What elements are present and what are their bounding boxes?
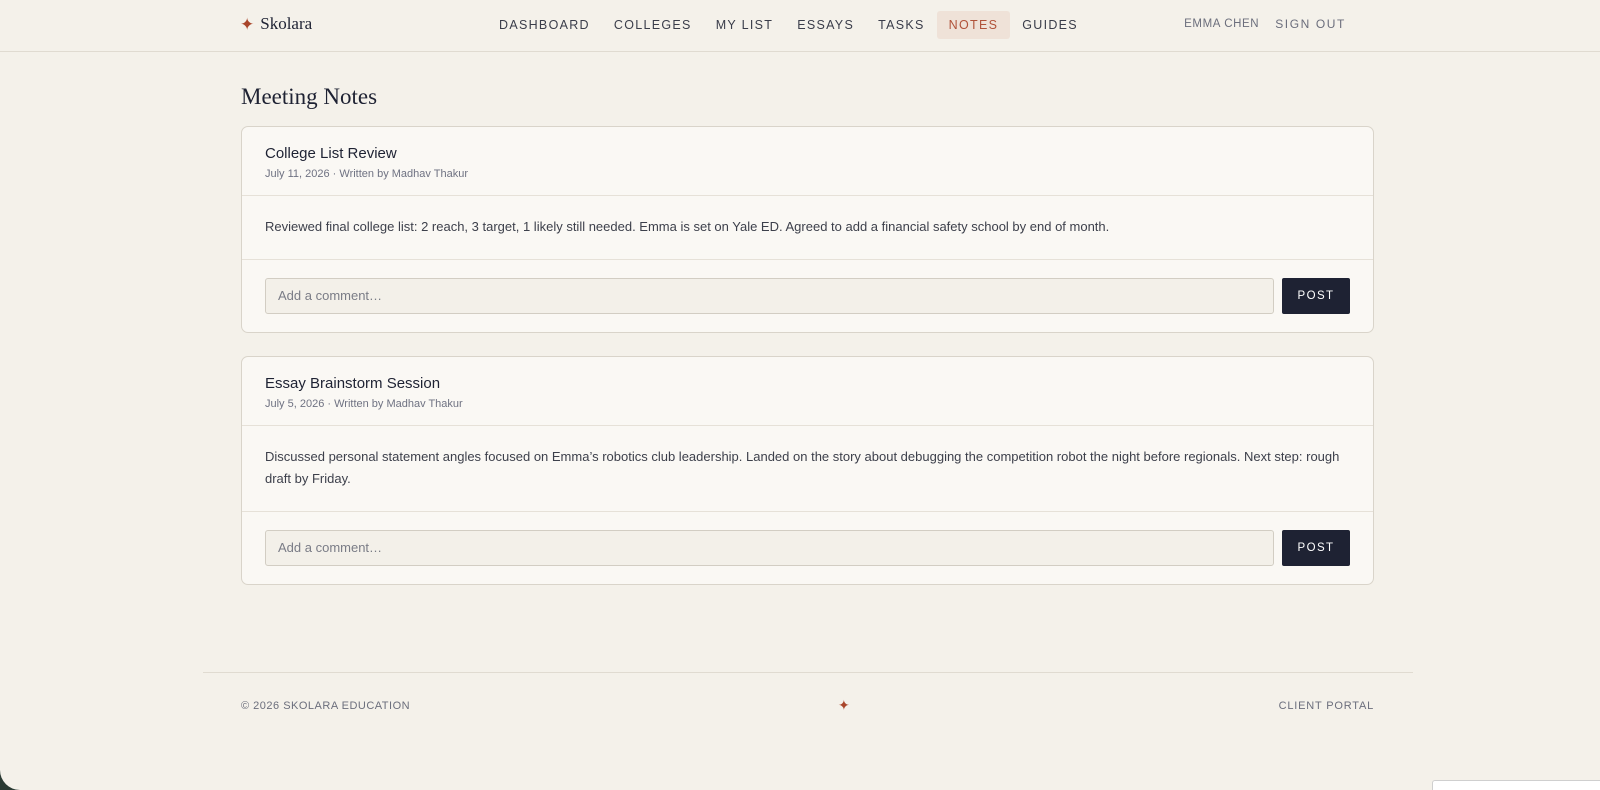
app-window: ✦ Skolara DASHBOARD COLLEGES MY LIST ESS… (0, 0, 1600, 790)
note-body: Reviewed final college list: 2 reach, 3 … (242, 196, 1373, 260)
footer-copyright: © 2026 SKOLARA EDUCATION (241, 700, 411, 712)
note-body: Discussed personal statement angles focu… (242, 426, 1373, 512)
note-title: College List Review (265, 145, 397, 162)
top-navigation-bar: ✦ Skolara DASHBOARD COLLEGES MY LIST ESS… (0, 0, 1600, 52)
client-portal-link[interactable]: CLIENT PORTAL (1279, 700, 1374, 712)
footer-divider (203, 672, 1413, 673)
comment-form: POST (242, 260, 1373, 332)
brand-logo[interactable]: ✦ Skolara (240, 14, 312, 34)
user-area: EMMA CHEN SIGN OUT (1184, 17, 1346, 31)
note-header: College List Review July 11, 2026 · Writ… (242, 127, 1373, 196)
main-nav: DASHBOARD COLLEGES MY LIST ESSAYS TASKS … (487, 11, 1090, 39)
page-title: Meeting Notes (241, 84, 378, 109)
note-meta: July 5, 2026 · Written by Madhav Thakur (265, 397, 463, 410)
four-point-star-icon: ✦ (838, 697, 850, 713)
post-comment-button[interactable]: POST (1282, 277, 1350, 314)
note-header: Essay Brainstorm Session July 5, 2026 · … (242, 357, 1373, 426)
nav-item-dashboard[interactable]: DASHBOARD (487, 11, 602, 39)
note-meta: July 11, 2026 · Written by Madhav Thakur (265, 168, 468, 180)
main-content: Meeting Notes College List Review July 1… (241, 84, 1374, 608)
brand-name: Skolara (260, 14, 313, 33)
comment-form: POST (242, 512, 1373, 584)
nav-item-notes[interactable]: NOTES (936, 11, 1011, 39)
screenshot-thumbnail-preview[interactable] (1432, 780, 1600, 790)
four-point-star-icon: ✦ (240, 14, 255, 34)
user-name: EMMA CHEN (1184, 18, 1260, 30)
nav-item-tasks[interactable]: TASKS (866, 11, 937, 39)
note-card: Essay Brainstorm Session July 5, 2026 · … (241, 355, 1374, 585)
sign-out-link[interactable]: SIGN OUT (1275, 17, 1346, 31)
nav-item-essays[interactable]: ESSAYS (785, 11, 866, 39)
note-card: College List Review July 11, 2026 · Writ… (241, 126, 1374, 333)
nav-item-my-list[interactable]: MY LIST (704, 11, 786, 39)
note-title: Essay Brainstorm Session (265, 374, 441, 392)
post-comment-button[interactable]: POST (1282, 529, 1350, 566)
comment-input[interactable] (265, 277, 1274, 314)
nav-item-guides[interactable]: GUIDES (1010, 11, 1090, 39)
nav-item-colleges[interactable]: COLLEGES (602, 11, 704, 39)
comment-input[interactable] (265, 529, 1274, 566)
